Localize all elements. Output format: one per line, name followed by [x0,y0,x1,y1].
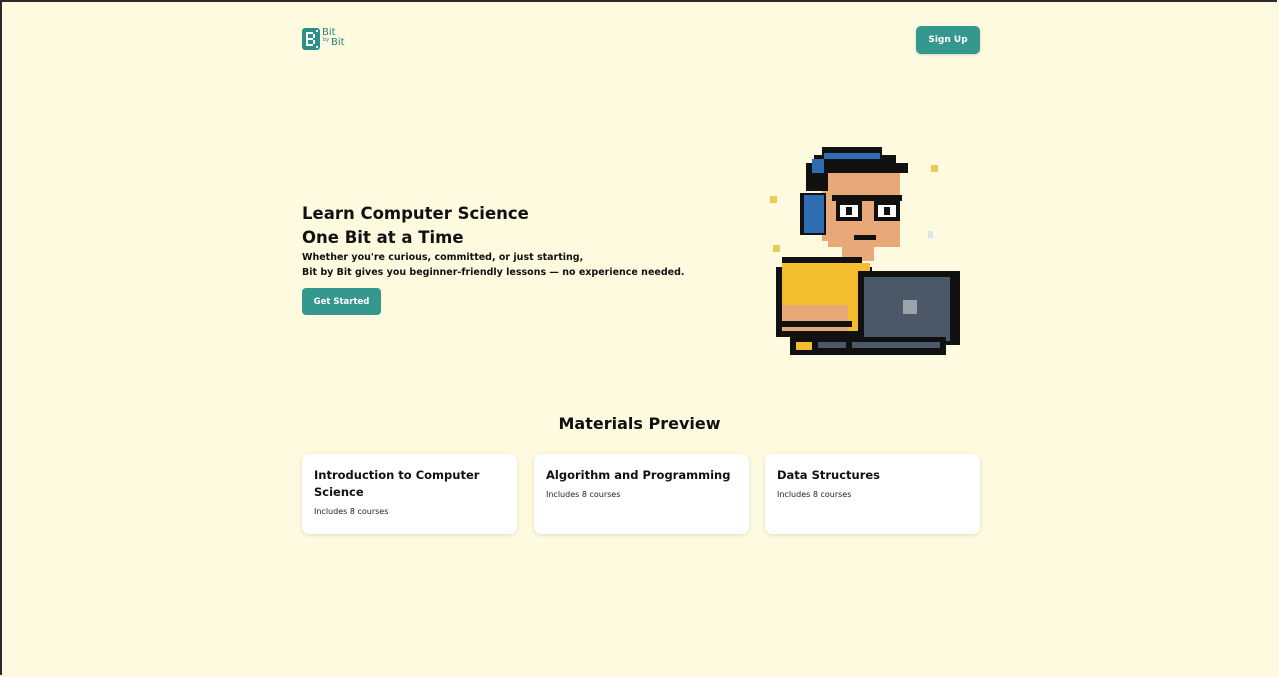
get-started-button[interactable]: Get Started [302,288,381,315]
logo-word-3: Bit [331,37,345,48]
card-subtitle: Includes 8 courses [546,490,621,499]
card-title: Introduction to Computer Science [314,468,480,499]
site-logo[interactable]: Bit by Bit [302,26,352,52]
material-card-intro-cs[interactable]: Introduction to Computer Science Include… [302,454,517,534]
materials-preview-title: Materials Preview [558,414,721,433]
hero-subtitle-line-2: Bit by Bit gives you beginner-friendly l… [302,267,685,278]
card-title: Data Structures [777,468,881,482]
sign-up-button[interactable]: Sign Up [916,26,980,54]
material-card-algorithms[interactable]: Algorithm and Programming Includes 8 cou… [534,454,749,534]
pixel-student-illustration [766,145,966,364]
hero-title-line-2: One Bit at a Time [302,228,464,247]
logo-icon [302,28,320,50]
hero-title-line-1: Learn Computer Science [302,204,529,223]
logo-text: Bit by Bit [322,27,352,51]
material-card-data-structures[interactable]: Data Structures Includes 8 courses [765,454,980,534]
hero-title: Learn Computer Science One Bit at a Time [302,202,529,250]
card-title: Algorithm and Programming [546,468,731,482]
logo-word-2: by [323,37,330,43]
card-subtitle: Includes 8 courses [314,507,389,516]
hero-subtitle: Whether you're curious, committed, or ju… [302,250,684,280]
window-frame [0,0,1277,675]
card-subtitle: Includes 8 courses [777,490,852,499]
hero-subtitle-line-1: Whether you're curious, committed, or ju… [302,252,584,263]
